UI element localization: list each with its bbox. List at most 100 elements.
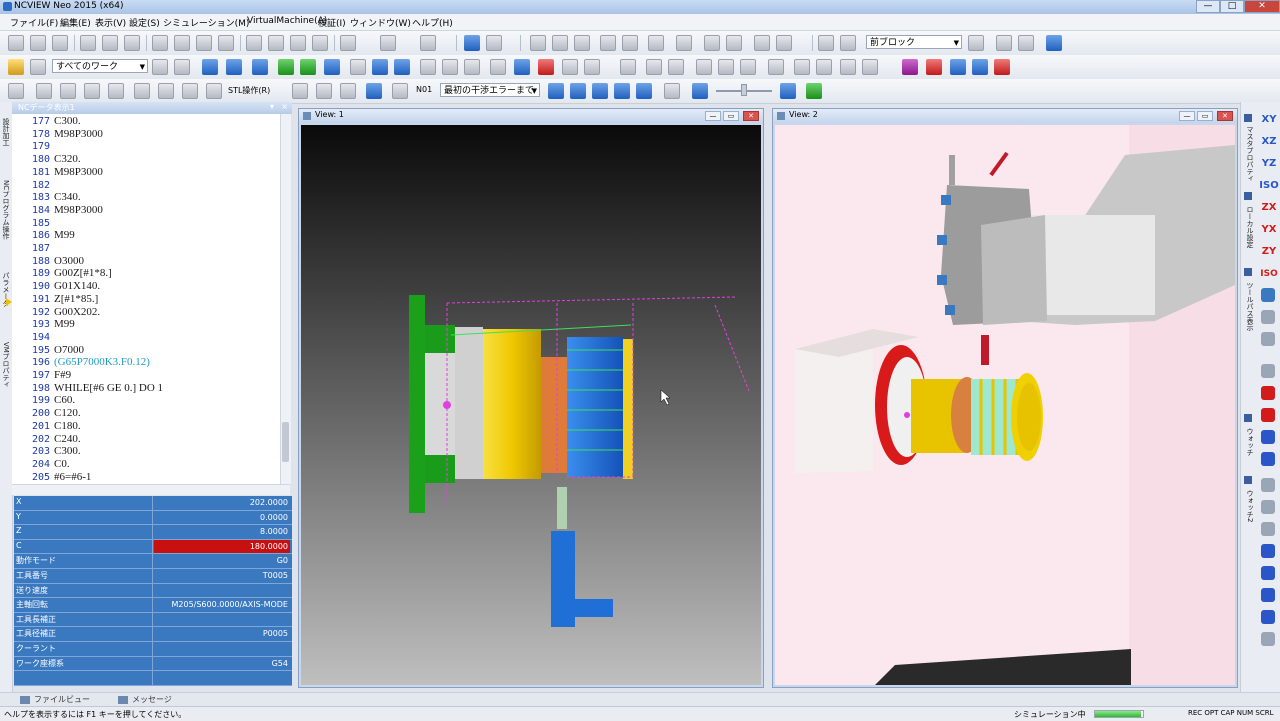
code-line[interactable]: 191 Z[#1*85.] [12,293,98,306]
fixture-view-icon[interactable] [252,59,268,75]
new-file-icon[interactable] [8,35,24,51]
dimension-icon[interactable] [464,59,480,75]
code-line[interactable]: 184 M98P3000 [12,204,103,217]
view-yx-button[interactable]: YX [1259,222,1279,238]
speed2-icon[interactable] [570,83,586,99]
speed-slider-thumb[interactable] [741,84,747,96]
path2-icon[interactable] [646,59,662,75]
speed3-icon[interactable] [592,83,608,99]
view-yz-button[interactable]: YZ [1259,156,1279,172]
rotate-x-icon[interactable] [1261,386,1275,400]
step-icon[interactable] [340,83,356,99]
g-code-icon[interactable] [972,59,988,75]
path3-icon[interactable] [668,59,684,75]
code-line[interactable]: 187 [12,242,54,255]
code-line[interactable]: 198 WHILE[#6 GE 0.] DO 1 [12,382,163,395]
tab-vm-properties[interactable]: VMプロパティ [1,342,11,388]
code-line[interactable]: 202 C240. [12,433,81,446]
cut-icon[interactable] [530,35,546,51]
menu-edit[interactable]: 編集(E) [60,16,91,29]
code-line[interactable]: 204 C0. [12,458,70,471]
copy-icon[interactable] [552,35,568,51]
sim-opt7-icon[interactable] [206,83,222,99]
view-2[interactable]: View: 2 — ▭ ✕ [772,108,1238,688]
speed5-icon[interactable] [636,83,652,99]
view-xz-button[interactable]: XZ [1259,134,1279,150]
pan-right-icon[interactable] [1261,566,1275,580]
alarm-icon[interactable] [994,59,1010,75]
filter-icon[interactable] [292,83,308,99]
viewport-3d-side[interactable] [301,125,761,685]
toggle-stock-icon[interactable] [202,59,218,75]
code-line[interactable]: 195 O7000 [12,344,84,357]
view-1[interactable]: View: 1 — ▭ ✕ [298,108,764,688]
code-line[interactable]: 205 #6=#6-1 [12,471,91,484]
view-2-close[interactable]: ✕ [1217,111,1233,121]
line3-icon[interactable] [740,59,756,75]
view-zx-button[interactable]: ZX [1259,200,1279,216]
find-icon[interactable] [676,35,692,51]
help-icon[interactable] [464,35,480,51]
export-icon[interactable] [102,35,118,51]
tool-view-icon[interactable] [278,59,294,75]
axis2-icon[interactable] [562,59,578,75]
code-line[interactable]: 190 G01X140. [12,280,100,293]
cutter-icon[interactable] [394,59,410,75]
toggle-grid-icon[interactable] [226,59,242,75]
open-file-icon[interactable] [30,35,46,51]
block-skip-icon[interactable] [818,35,834,51]
cube-icon[interactable] [420,59,436,75]
table3-icon[interactable] [862,59,878,75]
menu-settings[interactable]: 設定(S) [129,16,160,29]
machine-edit-icon[interactable] [174,35,190,51]
stop-icon[interactable] [366,83,382,99]
code-line[interactable]: 177 C300. [12,115,81,128]
code-line[interactable]: 189 G00Z[#1*8.] [12,267,112,280]
tab-messages[interactable]: メッセージ [114,694,176,706]
block-grid-icon[interactable] [1018,35,1034,51]
code-line[interactable]: 201 C180. [12,420,81,433]
view-2-restore[interactable]: ▭ [1197,111,1213,121]
line-icon[interactable] [696,59,712,75]
tab-nc-program[interactable]: NCプログラム操作 [1,180,11,239]
code-line[interactable]: 194 [12,331,54,344]
reset-view-icon[interactable] [1261,632,1275,646]
property-row[interactable] [14,671,292,686]
property-row[interactable]: クーラント [14,642,292,657]
rotate-icon[interactable] [1261,364,1275,378]
viewport-3d-machine[interactable] [775,125,1235,685]
machine-icon[interactable] [152,35,168,51]
zoom-in-icon[interactable] [1261,500,1275,514]
code-line[interactable]: 200 C120. [12,407,81,420]
code-line[interactable]: 183 C340. [12,191,81,204]
panel-icon[interactable] [380,35,396,51]
property-row[interactable]: 工具長補正 [14,612,292,628]
sim-opt6-icon[interactable] [182,83,198,99]
rotate-free-icon[interactable] [1261,452,1275,466]
speed1-icon[interactable] [548,83,564,99]
loop-icon[interactable] [664,83,680,99]
collision-icon[interactable] [538,59,554,75]
code-line[interactable]: 193 M99 [12,318,75,331]
code-line[interactable]: 192 G00X202. [12,306,100,319]
view-iso-button[interactable]: ISO [1259,178,1279,194]
clamp-icon[interactable] [312,35,328,51]
eraser-icon[interactable] [30,59,46,75]
import-icon[interactable] [80,35,96,51]
single-block-icon[interactable] [392,83,408,99]
menu-simulation[interactable]: シミュレーション(M) [163,16,249,29]
fit-view-icon[interactable] [1261,288,1275,302]
block-list-icon[interactable] [996,35,1012,51]
undo-icon[interactable] [600,35,616,51]
goto-line-icon[interactable] [648,35,664,51]
rotate-y-icon[interactable] [1261,408,1275,422]
save-file-icon[interactable] [52,35,68,51]
cube2-icon[interactable] [442,59,458,75]
tab-watch2[interactable]: ウォッチ2 [1243,490,1255,522]
m-code-icon[interactable] [926,59,942,75]
axis-icon[interactable] [490,59,506,75]
code-line[interactable]: 199 C60. [12,394,75,407]
tool-icon[interactable] [196,35,212,51]
code-horizontal-scrollbar[interactable] [12,484,290,495]
property-row[interactable]: 工具番号 T0005 [14,569,292,584]
